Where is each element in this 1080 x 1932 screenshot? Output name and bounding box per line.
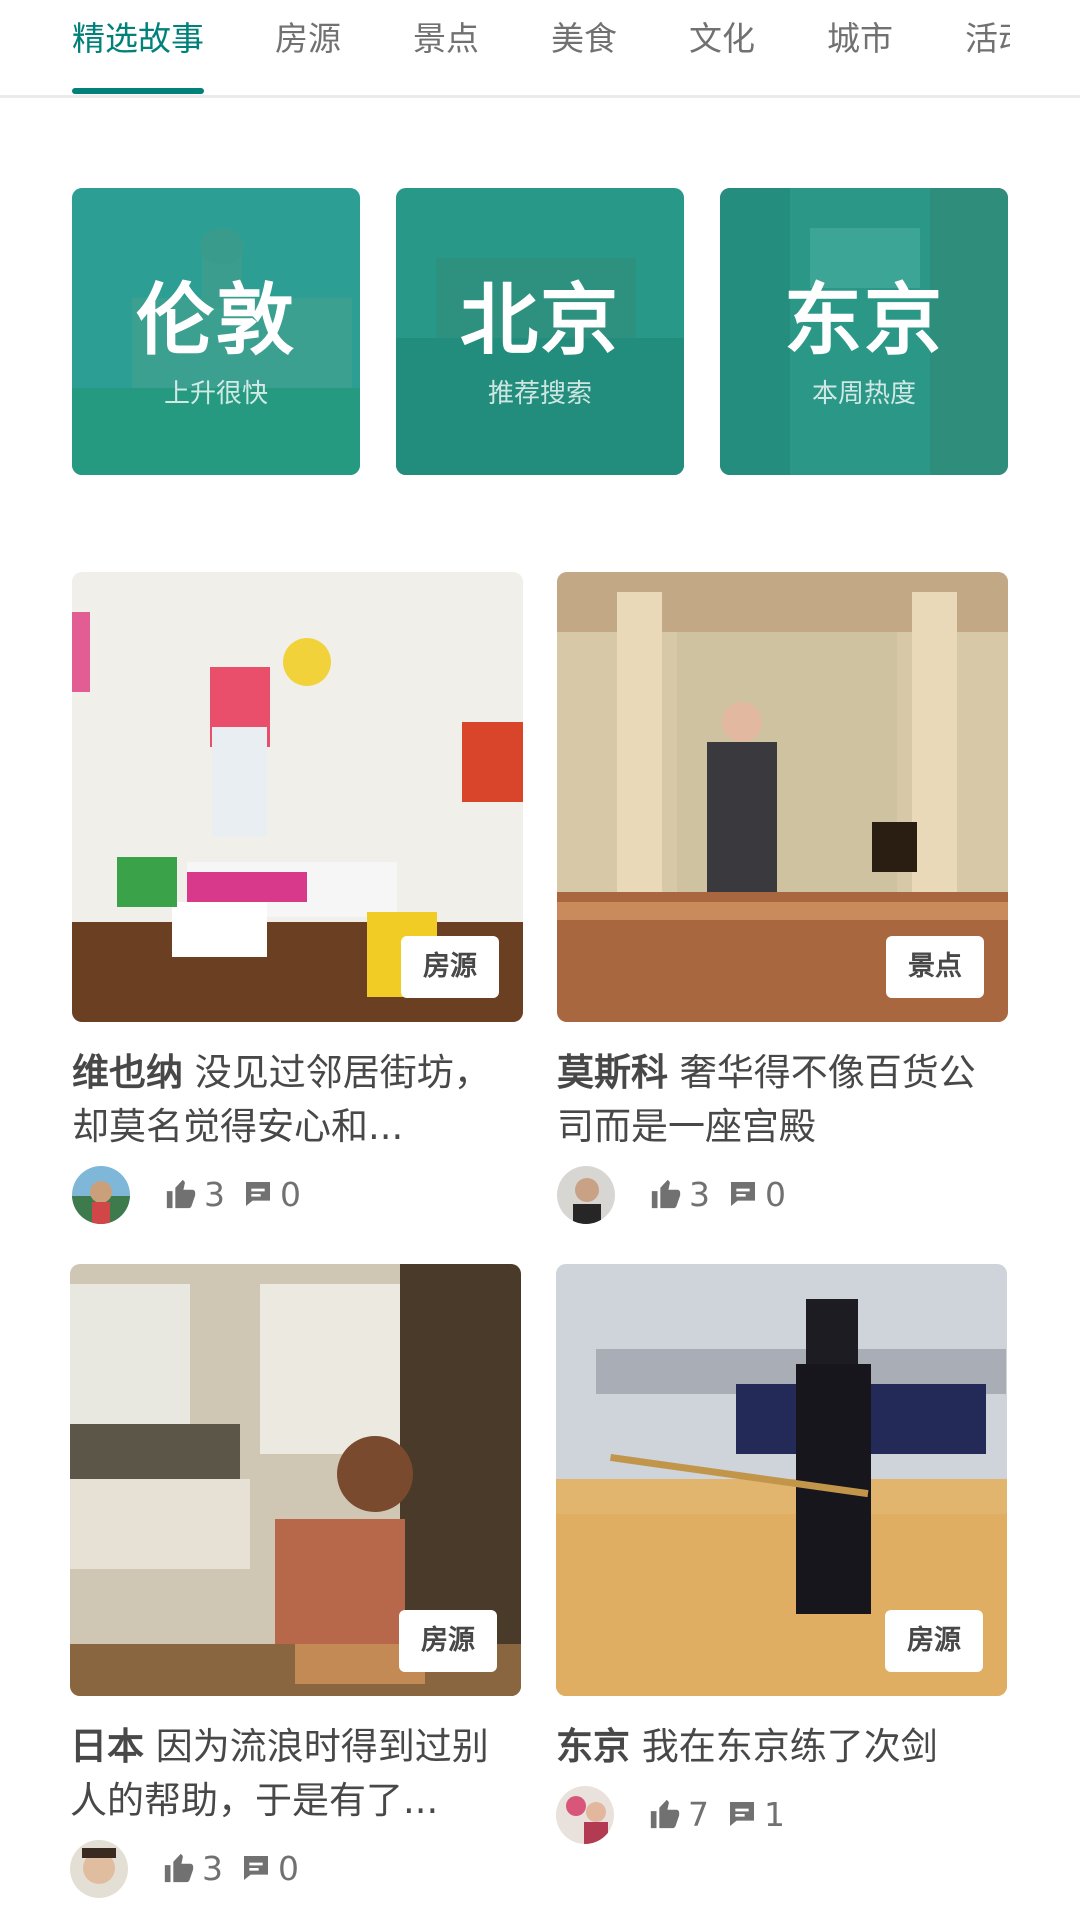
- story-meta: 7 1: [556, 1782, 1007, 1846]
- comment-icon: [730, 1802, 754, 1826]
- story-photo[interactable]: 景点: [557, 572, 1008, 1022]
- category-tag: 房源: [401, 936, 499, 998]
- comment-icon: [244, 1856, 268, 1880]
- story-place: 维也纳: [72, 1051, 183, 1094]
- tab-events[interactable]: 活动: [965, 0, 1010, 95]
- tab-homes[interactable]: 房源: [275, 0, 341, 95]
- comment-count-value: 0: [765, 1174, 786, 1214]
- comment-count-value: 0: [280, 1174, 301, 1214]
- like-count[interactable]: 3: [649, 1172, 710, 1216]
- comment-count[interactable]: 0: [727, 1172, 786, 1216]
- like-count-value: 3: [202, 1848, 223, 1888]
- city-card-london[interactable]: 伦敦 上升很快: [72, 188, 360, 475]
- category-tag: 房源: [399, 1610, 497, 1672]
- category-tag: 房源: [885, 1610, 983, 1672]
- story-text: 我在东京练了次剑: [641, 1725, 938, 1768]
- category-tag: 景点: [886, 936, 984, 998]
- tab-attractions[interactable]: 景点: [413, 0, 479, 95]
- like-count-value: 3: [689, 1174, 710, 1214]
- city-subtitle: 上升很快: [163, 379, 268, 409]
- story-place: 东京: [556, 1725, 630, 1768]
- comment-count[interactable]: 1: [726, 1792, 785, 1836]
- city-name: 东京: [783, 276, 944, 366]
- active-tab-indicator: [72, 88, 204, 94]
- like-count-value: 3: [204, 1174, 225, 1214]
- thumbs-up-icon: [166, 1179, 196, 1209]
- like-count[interactable]: 3: [162, 1846, 223, 1890]
- avatar[interactable]: [556, 1786, 614, 1844]
- city-name: 伦敦: [135, 276, 296, 366]
- story-card[interactable]: 房源 东京 我在东京练了次剑 7 1: [556, 1264, 1007, 1846]
- story-title[interactable]: 莫斯科 奢华得不像百货公司而是一座宫殿: [557, 1046, 1008, 1154]
- avatar[interactable]: [72, 1166, 130, 1224]
- city-subtitle: 推荐搜索: [487, 379, 592, 409]
- comment-icon: [731, 1182, 755, 1206]
- story-photo[interactable]: 房源: [72, 572, 523, 1022]
- thumbs-up-icon: [650, 1799, 680, 1829]
- story-photo[interactable]: 房源: [556, 1264, 1007, 1696]
- comment-count-value: 1: [764, 1794, 785, 1834]
- story-place: 莫斯科: [557, 1051, 668, 1094]
- story-place: 日本: [70, 1725, 144, 1768]
- tab-food[interactable]: 美食: [551, 0, 617, 95]
- story-card[interactable]: 景点 莫斯科 奢华得不像百货公司而是一座宫殿 3 0: [557, 572, 1008, 1226]
- city-card-beijing[interactable]: 北京 推荐搜索: [396, 188, 684, 475]
- story-card[interactable]: 房源 维也纳 没见过邻居街坊，却莫名觉得安心和... 3 0: [72, 572, 523, 1226]
- tab-scroll-area[interactable]: 精选故事 房源 景点 美食 文化 城市 活动: [0, 0, 1010, 95]
- story-card[interactable]: 房源 日本 因为流浪时得到过别人的帮助，于是有了... 3 0: [70, 1264, 521, 1900]
- tab-culture[interactable]: 文化: [689, 0, 755, 95]
- thumbs-up-icon: [164, 1853, 194, 1883]
- comment-count[interactable]: 0: [242, 1172, 301, 1216]
- story-title[interactable]: 日本 因为流浪时得到过别人的帮助，于是有了...: [70, 1720, 521, 1828]
- story-meta: 3 0: [70, 1836, 521, 1900]
- like-count-value: 7: [688, 1794, 709, 1834]
- like-count[interactable]: 7: [648, 1792, 709, 1836]
- comment-count[interactable]: 0: [240, 1846, 299, 1890]
- tab-featured-stories[interactable]: 精选故事: [72, 0, 204, 95]
- tab-cities[interactable]: 城市: [827, 0, 893, 95]
- like-count[interactable]: 3: [164, 1172, 225, 1216]
- story-title[interactable]: 东京 我在东京练了次剑: [556, 1720, 1007, 1774]
- city-name: 北京: [459, 276, 620, 366]
- avatar[interactable]: [557, 1166, 615, 1224]
- story-title[interactable]: 维也纳 没见过邻居街坊，却莫名觉得安心和...: [72, 1046, 523, 1154]
- category-tab-bar: 精选故事 房源 景点 美食 文化 城市 活动: [0, 0, 1080, 98]
- avatar[interactable]: [70, 1840, 128, 1898]
- thumbs-up-icon: [651, 1179, 681, 1209]
- city-card-tokyo[interactable]: 东京 本周热度: [720, 188, 1008, 475]
- story-meta: 3 0: [72, 1162, 523, 1226]
- comment-count-value: 0: [278, 1848, 299, 1888]
- story-photo[interactable]: 房源: [70, 1264, 521, 1696]
- comment-icon: [246, 1182, 270, 1206]
- story-meta: 3 0: [557, 1162, 1008, 1226]
- city-subtitle: 本周热度: [811, 379, 916, 409]
